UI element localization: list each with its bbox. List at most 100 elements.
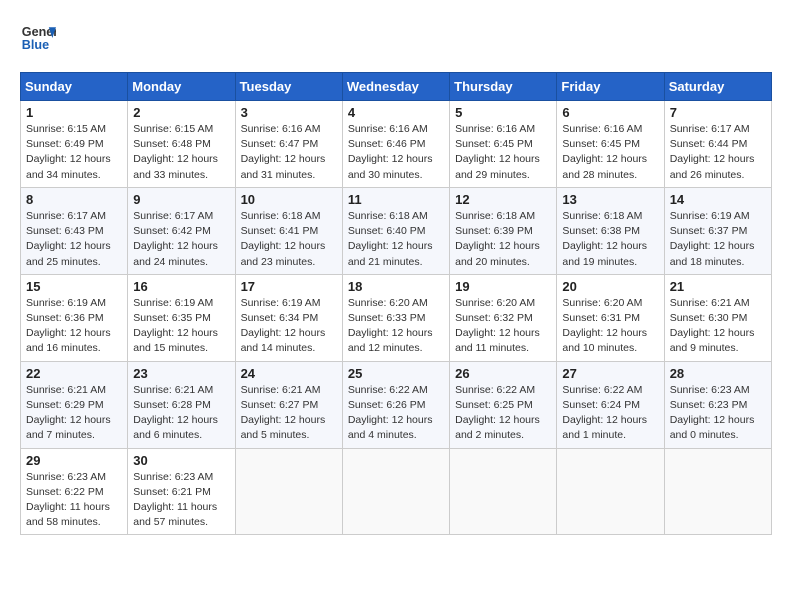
logo-icon: General Blue: [20, 20, 56, 56]
calendar-day: 2 Sunrise: 6:15 AM Sunset: 6:48 PM Dayli…: [128, 101, 235, 188]
day-number: 8: [26, 192, 122, 207]
calendar-day: 29 Sunrise: 6:23 AM Sunset: 6:22 PM Dayl…: [21, 448, 128, 535]
day-number: 16: [133, 279, 229, 294]
day-info: Sunrise: 6:23 AM Sunset: 6:22 PM Dayligh…: [26, 470, 122, 531]
header: General Blue: [20, 20, 772, 56]
weekday-header: Wednesday: [342, 73, 449, 101]
calendar-day: 25 Sunrise: 6:22 AM Sunset: 6:26 PM Dayl…: [342, 361, 449, 448]
day-number: 27: [562, 366, 658, 381]
day-number: 26: [455, 366, 551, 381]
calendar-day: 26 Sunrise: 6:22 AM Sunset: 6:25 PM Dayl…: [450, 361, 557, 448]
calendar-day: 17 Sunrise: 6:19 AM Sunset: 6:34 PM Dayl…: [235, 274, 342, 361]
calendar-day: 13 Sunrise: 6:18 AM Sunset: 6:38 PM Dayl…: [557, 187, 664, 274]
calendar-day: 5 Sunrise: 6:16 AM Sunset: 6:45 PM Dayli…: [450, 101, 557, 188]
calendar-day: 10 Sunrise: 6:18 AM Sunset: 6:41 PM Dayl…: [235, 187, 342, 274]
day-number: 28: [670, 366, 766, 381]
day-number: 13: [562, 192, 658, 207]
calendar: SundayMondayTuesdayWednesdayThursdayFrid…: [20, 72, 772, 535]
day-info: Sunrise: 6:22 AM Sunset: 6:26 PM Dayligh…: [348, 383, 444, 444]
empty-cell: [664, 448, 771, 535]
calendar-day: 1 Sunrise: 6:15 AM Sunset: 6:49 PM Dayli…: [21, 101, 128, 188]
calendar-day: 16 Sunrise: 6:19 AM Sunset: 6:35 PM Dayl…: [128, 274, 235, 361]
day-number: 17: [241, 279, 337, 294]
day-info: Sunrise: 6:20 AM Sunset: 6:33 PM Dayligh…: [348, 296, 444, 357]
day-number: 15: [26, 279, 122, 294]
calendar-week-row: 22 Sunrise: 6:21 AM Sunset: 6:29 PM Dayl…: [21, 361, 772, 448]
calendar-day: 12 Sunrise: 6:18 AM Sunset: 6:39 PM Dayl…: [450, 187, 557, 274]
day-number: 20: [562, 279, 658, 294]
day-info: Sunrise: 6:15 AM Sunset: 6:49 PM Dayligh…: [26, 122, 122, 183]
day-info: Sunrise: 6:15 AM Sunset: 6:48 PM Dayligh…: [133, 122, 229, 183]
svg-text:Blue: Blue: [22, 38, 49, 52]
day-info: Sunrise: 6:17 AM Sunset: 6:44 PM Dayligh…: [670, 122, 766, 183]
day-number: 29: [26, 453, 122, 468]
day-info: Sunrise: 6:19 AM Sunset: 6:35 PM Dayligh…: [133, 296, 229, 357]
day-info: Sunrise: 6:20 AM Sunset: 6:31 PM Dayligh…: [562, 296, 658, 357]
weekday-header: Monday: [128, 73, 235, 101]
day-info: Sunrise: 6:21 AM Sunset: 6:28 PM Dayligh…: [133, 383, 229, 444]
day-info: Sunrise: 6:16 AM Sunset: 6:47 PM Dayligh…: [241, 122, 337, 183]
day-info: Sunrise: 6:16 AM Sunset: 6:45 PM Dayligh…: [562, 122, 658, 183]
day-number: 14: [670, 192, 766, 207]
calendar-week-row: 15 Sunrise: 6:19 AM Sunset: 6:36 PM Dayl…: [21, 274, 772, 361]
day-info: Sunrise: 6:19 AM Sunset: 6:34 PM Dayligh…: [241, 296, 337, 357]
day-info: Sunrise: 6:16 AM Sunset: 6:46 PM Dayligh…: [348, 122, 444, 183]
day-number: 12: [455, 192, 551, 207]
calendar-day: 20 Sunrise: 6:20 AM Sunset: 6:31 PM Dayl…: [557, 274, 664, 361]
day-number: 2: [133, 105, 229, 120]
day-info: Sunrise: 6:21 AM Sunset: 6:29 PM Dayligh…: [26, 383, 122, 444]
empty-cell: [235, 448, 342, 535]
day-number: 10: [241, 192, 337, 207]
calendar-day: 9 Sunrise: 6:17 AM Sunset: 6:42 PM Dayli…: [128, 187, 235, 274]
weekday-header: Thursday: [450, 73, 557, 101]
calendar-day: 30 Sunrise: 6:23 AM Sunset: 6:21 PM Dayl…: [128, 448, 235, 535]
day-number: 19: [455, 279, 551, 294]
calendar-day: 8 Sunrise: 6:17 AM Sunset: 6:43 PM Dayli…: [21, 187, 128, 274]
day-info: Sunrise: 6:23 AM Sunset: 6:21 PM Dayligh…: [133, 470, 229, 531]
day-number: 21: [670, 279, 766, 294]
calendar-day: 14 Sunrise: 6:19 AM Sunset: 6:37 PM Dayl…: [664, 187, 771, 274]
day-number: 11: [348, 192, 444, 207]
day-number: 3: [241, 105, 337, 120]
day-info: Sunrise: 6:21 AM Sunset: 6:30 PM Dayligh…: [670, 296, 766, 357]
calendar-day: 6 Sunrise: 6:16 AM Sunset: 6:45 PM Dayli…: [557, 101, 664, 188]
calendar-day: 23 Sunrise: 6:21 AM Sunset: 6:28 PM Dayl…: [128, 361, 235, 448]
empty-cell: [557, 448, 664, 535]
calendar-day: 4 Sunrise: 6:16 AM Sunset: 6:46 PM Dayli…: [342, 101, 449, 188]
empty-cell: [342, 448, 449, 535]
calendar-day: 3 Sunrise: 6:16 AM Sunset: 6:47 PM Dayli…: [235, 101, 342, 188]
day-number: 30: [133, 453, 229, 468]
day-number: 23: [133, 366, 229, 381]
calendar-day: 7 Sunrise: 6:17 AM Sunset: 6:44 PM Dayli…: [664, 101, 771, 188]
day-number: 7: [670, 105, 766, 120]
day-info: Sunrise: 6:20 AM Sunset: 6:32 PM Dayligh…: [455, 296, 551, 357]
day-info: Sunrise: 6:21 AM Sunset: 6:27 PM Dayligh…: [241, 383, 337, 444]
calendar-week-row: 29 Sunrise: 6:23 AM Sunset: 6:22 PM Dayl…: [21, 448, 772, 535]
day-number: 5: [455, 105, 551, 120]
weekday-header: Sunday: [21, 73, 128, 101]
weekday-header: Friday: [557, 73, 664, 101]
calendar-week-row: 1 Sunrise: 6:15 AM Sunset: 6:49 PM Dayli…: [21, 101, 772, 188]
day-number: 1: [26, 105, 122, 120]
calendar-day: 21 Sunrise: 6:21 AM Sunset: 6:30 PM Dayl…: [664, 274, 771, 361]
empty-cell: [450, 448, 557, 535]
calendar-day: 24 Sunrise: 6:21 AM Sunset: 6:27 PM Dayl…: [235, 361, 342, 448]
weekday-header: Tuesday: [235, 73, 342, 101]
day-number: 6: [562, 105, 658, 120]
logo: General Blue: [20, 20, 56, 56]
day-info: Sunrise: 6:18 AM Sunset: 6:41 PM Dayligh…: [241, 209, 337, 270]
day-info: Sunrise: 6:19 AM Sunset: 6:36 PM Dayligh…: [26, 296, 122, 357]
day-number: 4: [348, 105, 444, 120]
day-info: Sunrise: 6:18 AM Sunset: 6:38 PM Dayligh…: [562, 209, 658, 270]
calendar-week-row: 8 Sunrise: 6:17 AM Sunset: 6:43 PM Dayli…: [21, 187, 772, 274]
day-info: Sunrise: 6:17 AM Sunset: 6:42 PM Dayligh…: [133, 209, 229, 270]
day-number: 25: [348, 366, 444, 381]
weekday-header: Saturday: [664, 73, 771, 101]
calendar-day: 28 Sunrise: 6:23 AM Sunset: 6:23 PM Dayl…: [664, 361, 771, 448]
day-info: Sunrise: 6:16 AM Sunset: 6:45 PM Dayligh…: [455, 122, 551, 183]
day-number: 22: [26, 366, 122, 381]
calendar-day: 18 Sunrise: 6:20 AM Sunset: 6:33 PM Dayl…: [342, 274, 449, 361]
calendar-day: 15 Sunrise: 6:19 AM Sunset: 6:36 PM Dayl…: [21, 274, 128, 361]
calendar-day: 19 Sunrise: 6:20 AM Sunset: 6:32 PM Dayl…: [450, 274, 557, 361]
day-info: Sunrise: 6:18 AM Sunset: 6:40 PM Dayligh…: [348, 209, 444, 270]
